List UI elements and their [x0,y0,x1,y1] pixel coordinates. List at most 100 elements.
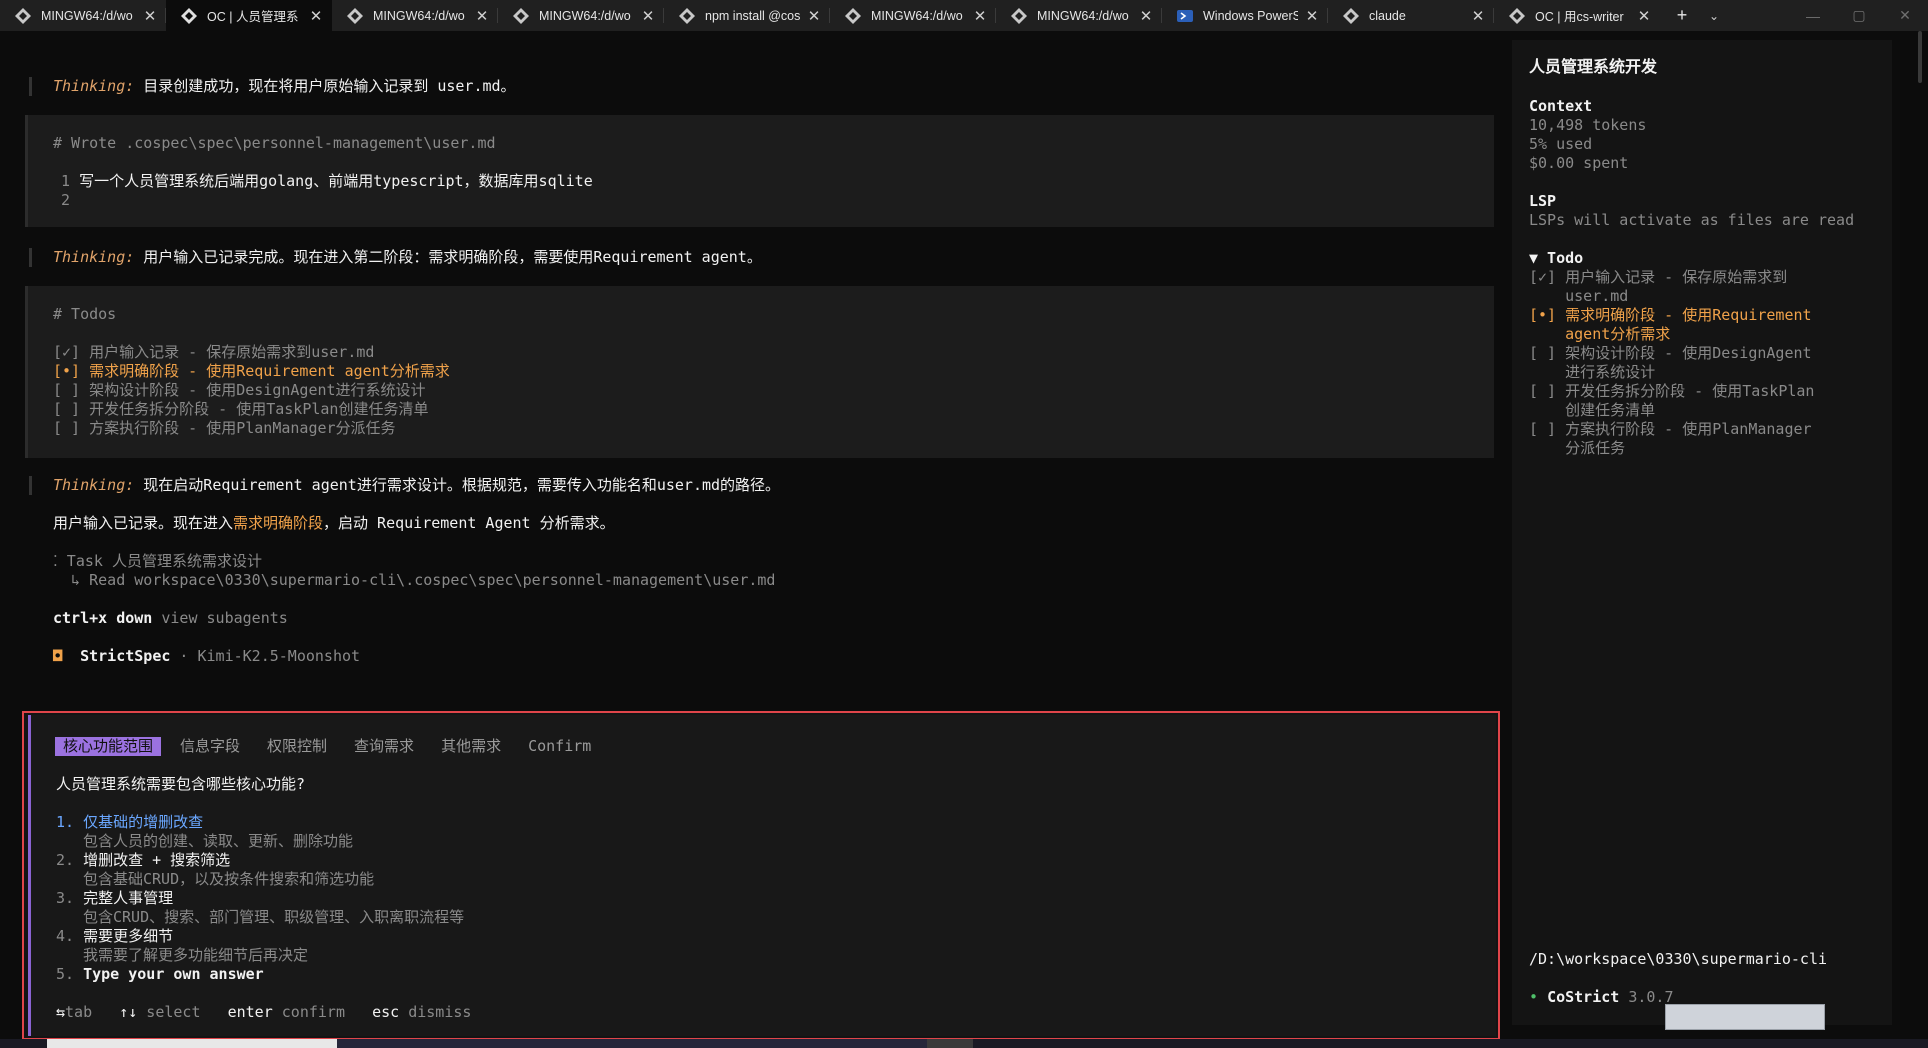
terminal-tab[interactable]: npm install @cos ✕ [664,0,830,31]
todo-item-done: [✓] 用户输入记录 - 保存原始需求到user.md [53,343,375,361]
close-icon[interactable]: ✕ [640,7,656,25]
terminal-tab[interactable]: MINGW64:/d/wo ✕ [332,0,498,31]
question-tab-info-fields[interactable]: 信息字段 [172,737,248,756]
git-bash-icon [181,7,197,24]
sidebar-todo-pending: [ ] 架构设计阶段 - 使用DesignAgent [1529,344,1812,362]
thinking-label: Thinking: [53,248,135,266]
taskbar-segment [337,1039,927,1048]
option-item[interactable]: 4. 需要更多细节 [56,927,173,946]
option-description: 我需要了解更多功能细节后再决定 [83,946,309,964]
option-label: 完整人事管理 [83,889,174,907]
question-dialog: 核心功能范围 信息字段 权限控制 查询需求 其他需求 Confirm 人员管理系… [22,711,1500,1040]
wrote-block [25,115,1494,227]
thinking-text: 目录创建成功，现在将用户原始输入记录到 user.md。 [134,77,516,95]
question-footer: ⇆tab ↑↓ select enter confirm esc dismiss [56,1003,471,1022]
option-description: 包含CRUD、搜索、部门管理、职级管理、入职离职流程等 [83,908,465,926]
option-item-selected[interactable]: 1. 仅基础的增删改查 [56,813,203,832]
status-suffix: ，启动 Requirement Agent 分析需求。 [323,514,615,532]
powershell-icon [1177,9,1193,22]
context-used: 5% used [1529,135,1593,153]
agent-line: ◘ StrictSpec · Kimi-K2.5-Moonshot [53,647,360,666]
tab-title: MINGW64:/d/wo [871,8,963,23]
file-line: 2 [61,191,79,210]
git-bash-icon [1011,7,1027,24]
terminal-tab[interactable]: MINGW64:/d/wo ✕ [996,0,1162,31]
agent-name: StrictSpec [80,647,171,665]
terminal-tab[interactable]: claude ✕ [1328,0,1494,31]
option-item[interactable]: 2. 增删改查 + 搜索筛选 [56,851,230,870]
option-label: 需要更多细节 [83,927,174,945]
terminal-tab[interactable]: OC | 用cs-writer ✕ [1494,0,1660,31]
question-tab-permissions[interactable]: 权限控制 [259,737,335,756]
hint-keys: ctrl+x down [53,609,153,627]
maximize-button[interactable]: ▢ [1836,7,1882,24]
tab-dropdown-button[interactable]: ⌄ [1702,9,1726,23]
file-line: 1 写一个人员管理系统后端用golang、前端用typescript，数据库用s… [61,172,593,191]
option-label: 仅基础的增删改查 [83,813,204,831]
close-icon[interactable]: ✕ [1470,7,1486,25]
footer-hint: confirm [272,1003,345,1021]
close-icon[interactable]: ✕ [308,7,324,25]
status-message: 用户输入已记录。现在进入需求明确阶段，启动 Requirement Agent … [53,514,615,533]
terminal-output: Thinking: 目录创建成功，现在将用户原始输入记录到 user.md。 #… [0,31,1510,1040]
close-icon[interactable]: ✕ [474,7,490,25]
line-number: 1 [61,172,71,190]
thinking-marker [29,77,32,96]
session-title: 人员管理系统开发 [1529,57,1658,76]
close-icon[interactable]: ✕ [806,7,822,25]
tab-bar: MINGW64:/d/wo ✕ OC | 人员管理系 ✕ MINGW64:/d/… [0,0,1928,31]
question-tab-core-features[interactable]: 核心功能范围 [55,737,162,756]
tab-title: MINGW64:/d/wo [373,8,465,23]
status-dot-icon: • [1529,988,1539,1006]
taskbar-segment [47,1039,337,1048]
minimize-button[interactable]: — [1790,8,1836,24]
terminal-tab[interactable]: MINGW64:/d/wo ✕ [498,0,664,31]
new-tab-button[interactable]: + [1666,5,1698,26]
terminal-tab[interactable]: MINGW64:/d/wo ✕ [830,0,996,31]
agent-bullet-icon: ◘ [53,647,63,665]
sidebar-todo-pending-cont: 分派任务 [1529,439,1626,457]
terminal-tab-active[interactable]: OC | 人员管理系 ✕ [166,0,332,31]
option-item-custom[interactable]: 5. Type your own answer [56,965,264,984]
question-tab-confirm[interactable]: Confirm [520,737,599,756]
close-icon[interactable]: ✕ [972,7,988,25]
scrollbar[interactable] [1918,31,1922,83]
close-icon[interactable]: ✕ [142,7,158,25]
git-bash-icon [15,7,31,24]
close-window-button[interactable]: ✕ [1882,7,1928,24]
close-icon[interactable]: ✕ [1138,7,1154,25]
terminal-tab[interactable]: Windows PowerS ✕ [1162,0,1328,31]
tab-key-icon: ⇆ [56,1003,66,1021]
enter-key: enter [227,1003,273,1021]
line-text: 写一个人员管理系统后端用golang、前端用typescript，数据库用sql… [79,172,593,190]
option-number: 1. [56,813,75,831]
git-bash-icon [513,7,529,24]
taskbar-segment [927,1039,973,1048]
option-description: 包含基础CRUD，以及按条件搜索和筛选功能 [83,870,375,888]
thinking-text: 用户输入已记录完成。现在进入第二阶段：需求明确阶段，需要使用Requiremen… [134,248,762,266]
question-tab-query[interactable]: 查询需求 [346,737,422,756]
todo-item-pending: [ ] 开发任务拆分阶段 - 使用TaskPlan创建任务清单 [53,400,429,418]
thinking-label: Thinking: [53,476,135,494]
session-sidebar: 人员管理系统开发 Context 10,498 tokens 5% used $… [1512,40,1892,1025]
git-bash-icon [1509,7,1525,24]
window-controls: — ▢ ✕ [1790,0,1928,31]
option-label: 增删改查 + 搜索筛选 [83,851,231,869]
close-icon[interactable]: ✕ [1304,7,1320,25]
todo-toggle[interactable]: ▼ Todo [1529,249,1583,268]
close-icon[interactable]: ✕ [1636,7,1652,25]
option-item[interactable]: 3. 完整人事管理 [56,889,173,908]
workspace-path: /D:\workspace\0330\supermario-cli [1529,950,1828,968]
version-line: • CoStrict 3.0.7 [1529,988,1674,1007]
question-panel: 核心功能范围 信息字段 权限控制 查询需求 其他需求 Confirm 人员管理系… [28,715,1496,1036]
tab-title: Windows PowerS [1203,8,1298,23]
option-number: 3. [56,889,75,907]
tab-title: OC | 用cs-writer [1535,10,1624,24]
thinking-marker [29,248,32,267]
tab-actions: + ⌄ [1660,0,1726,31]
task-line: ⁚ Task 人员管理系统需求设计 [53,552,262,570]
question-tab-other[interactable]: 其他需求 [433,737,509,756]
terminal-tab[interactable]: MINGW64:/d/wo ✕ [0,0,166,31]
git-bash-icon [679,7,695,24]
tab-title: OC | 人员管理系 [207,10,299,24]
